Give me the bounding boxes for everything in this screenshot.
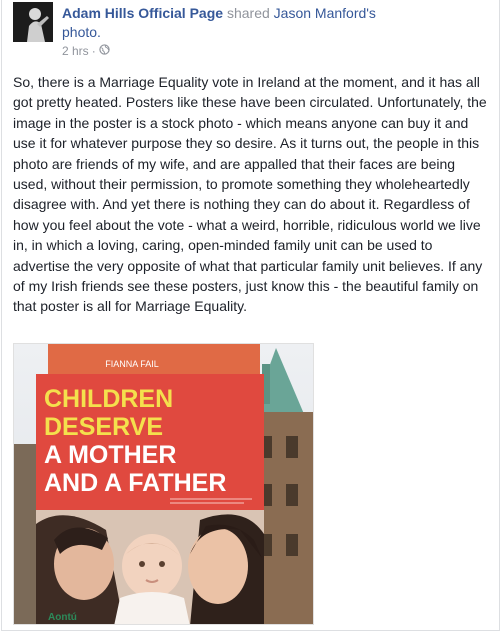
- page-name-link[interactable]: Adam Hills Official Page: [62, 5, 223, 21]
- poster-logo: Aontú: [48, 612, 77, 623]
- poster-line4: AND A FATHER: [44, 469, 226, 497]
- poster-party-text: FIANNA FAIL: [105, 359, 159, 369]
- shared-author-link[interactable]: Jason Manford's: [274, 5, 376, 21]
- shared-photo[interactable]: FIANNA FAIL CHILDREN DESERVE A MOTHER AN…: [13, 343, 314, 625]
- poster-line1: CHILDREN: [44, 385, 173, 413]
- poster-line2: DESERVE: [44, 413, 163, 441]
- profile-avatar[interactable]: [13, 2, 53, 42]
- avatar-photo: [13, 2, 53, 42]
- timestamp-link[interactable]: 2 hrs: [62, 44, 89, 58]
- poster-line3: A MOTHER: [44, 441, 176, 469]
- globe-icon[interactable]: [99, 44, 110, 58]
- post-header: Adam Hills Official Page shared Jason Ma…: [62, 4, 492, 42]
- post-meta: 2 hrs ·: [62, 44, 110, 58]
- meta-separator: ·: [91, 44, 96, 58]
- shared-photo-link[interactable]: photo.: [62, 24, 101, 40]
- post-card: Adam Hills Official Page shared Jason Ma…: [1, 0, 500, 631]
- shared-action-text: shared: [226, 5, 270, 21]
- post-body-text: So, there is a Marriage Equality vote in…: [13, 74, 487, 315]
